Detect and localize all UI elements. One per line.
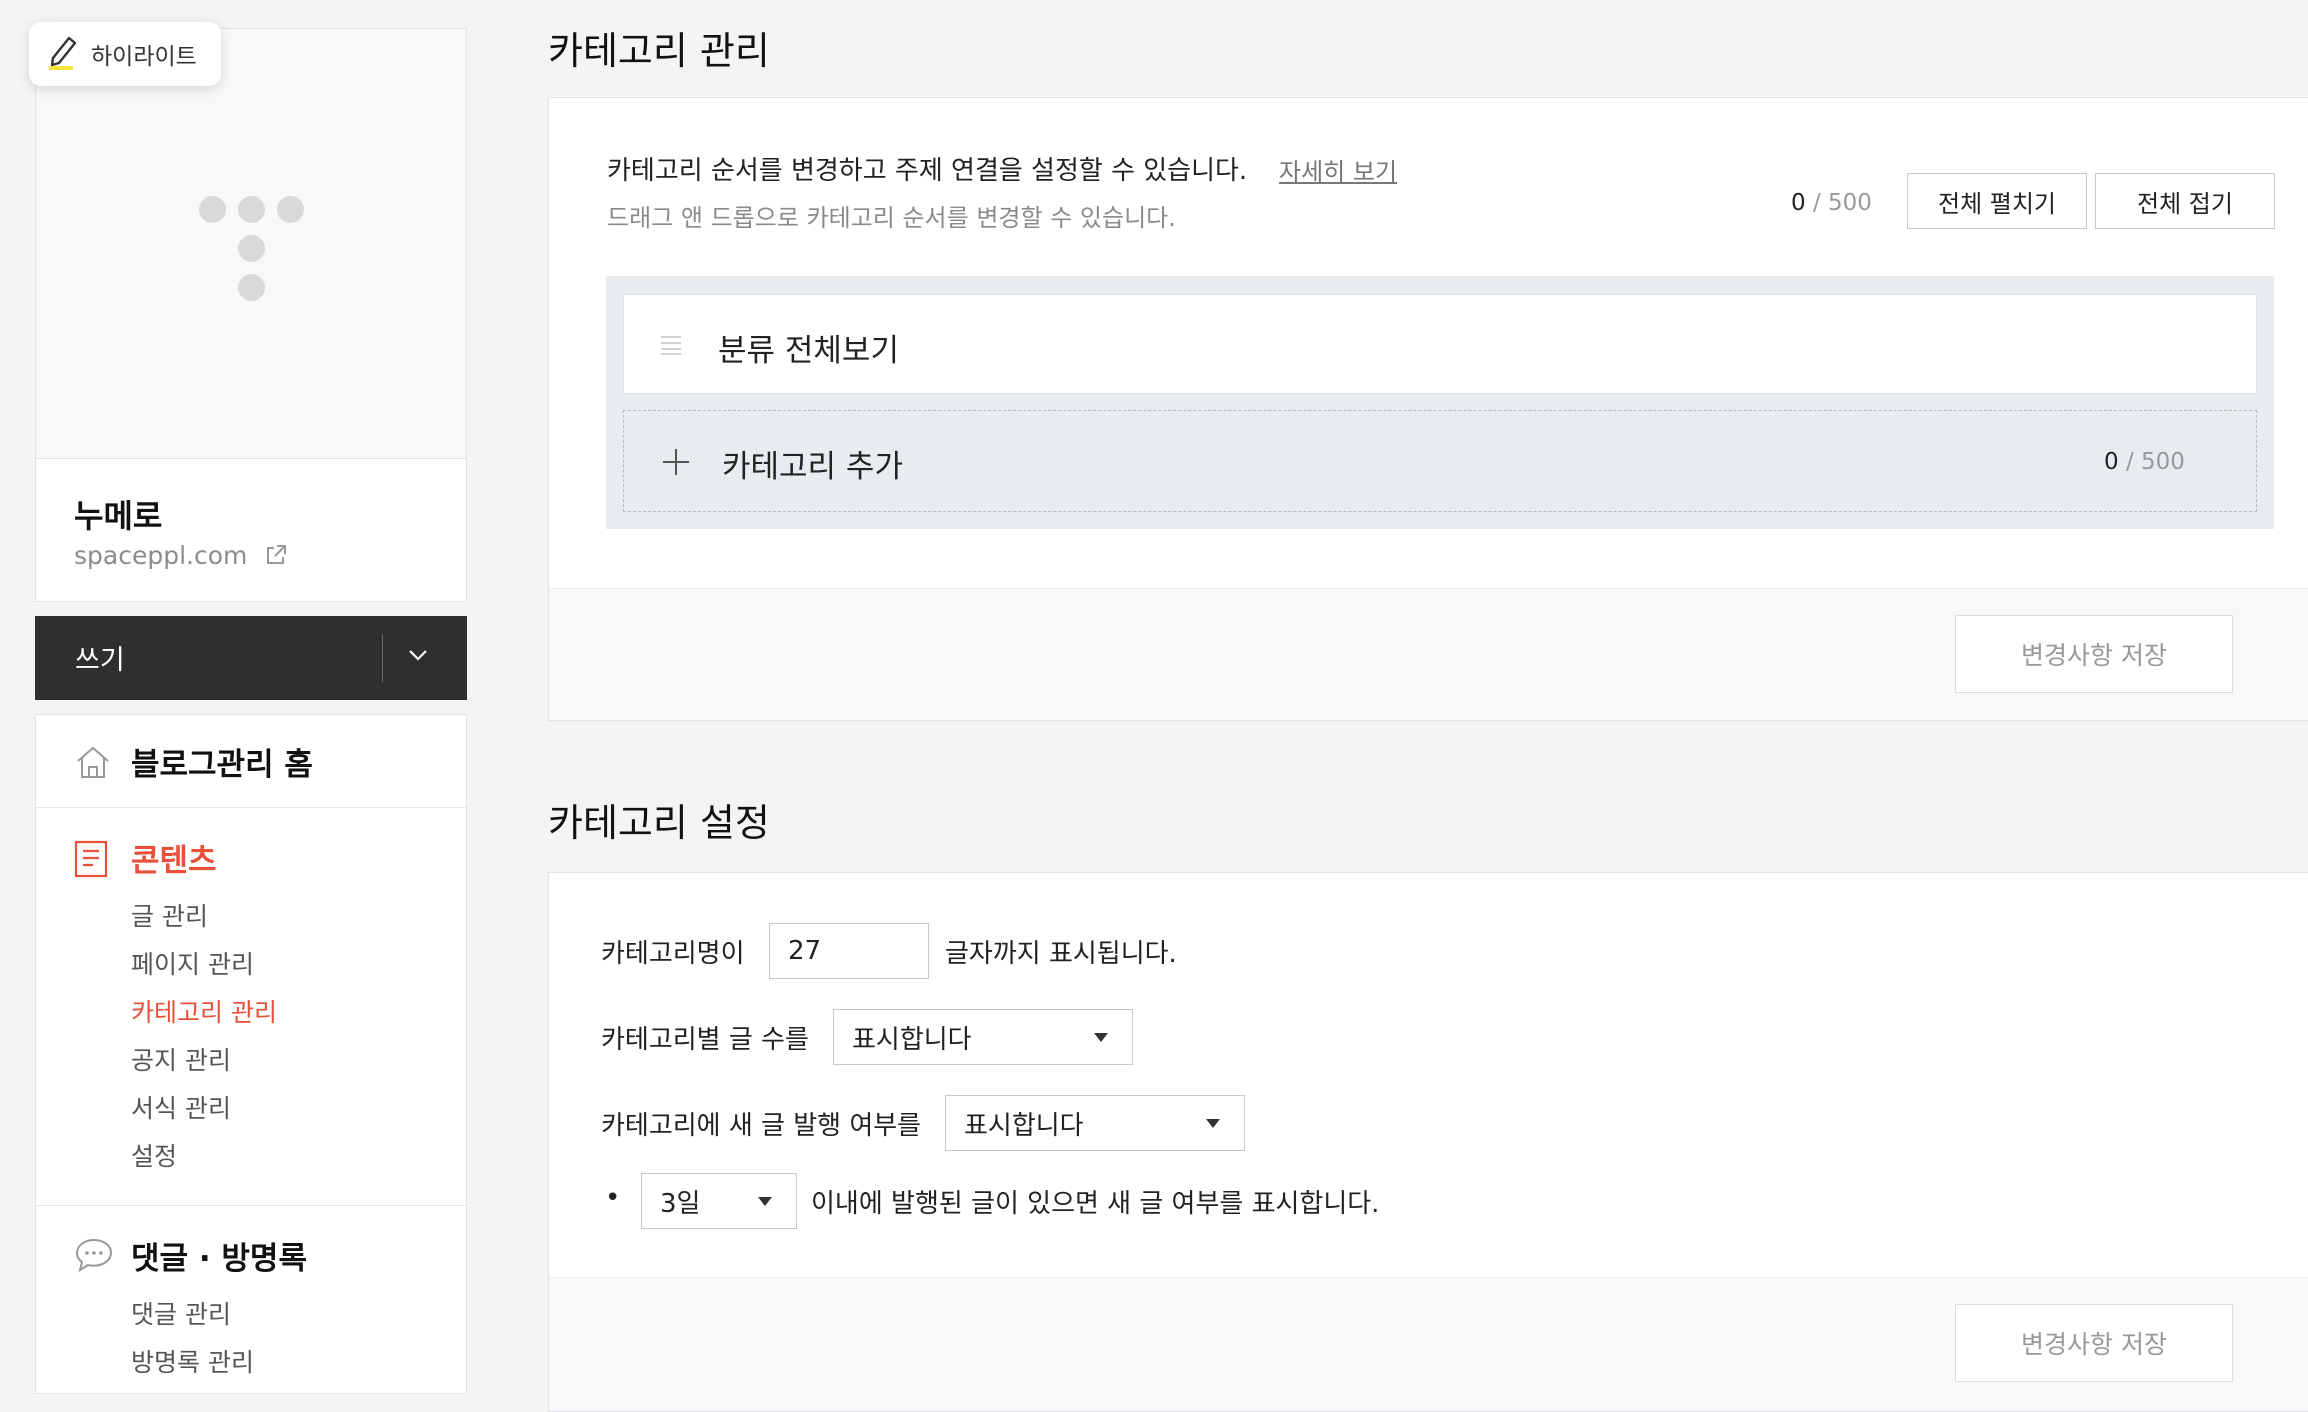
collapse-all-button[interactable]: 전체 접기: [2095, 173, 2275, 229]
home-icon: [74, 743, 112, 785]
placeholder-dot: [238, 274, 265, 301]
add-category-count-value: 0: [2104, 449, 2119, 475]
sidebar-item-settings[interactable]: 설정: [131, 1137, 177, 1173]
sidebar-item-home-label: 블로그관리 홈: [131, 747, 313, 783]
write-divider: [382, 634, 383, 682]
new-post-label: 카테고리에 새 글 발행 여부를: [601, 1111, 922, 1141]
detail-link[interactable]: 자세히 보기: [1279, 152, 1397, 187]
sidebar-item-notices[interactable]: 공지 관리: [131, 1041, 231, 1077]
category-count-value: 0: [1791, 190, 1806, 216]
dropdown-arrow-icon: [1206, 1119, 1220, 1128]
placeholder-dot: [277, 196, 304, 223]
post-count-label: 카테고리별 글 수를: [601, 1025, 809, 1055]
chevron-down-icon[interactable]: [407, 644, 429, 670]
page-title: 카테고리 관리: [548, 29, 770, 73]
dropdown-arrow-icon: [758, 1197, 772, 1206]
sidebar-section-content[interactable]: 콘텐츠: [131, 835, 217, 880]
new-post-select-value: 표시합니다: [964, 1110, 1084, 1141]
sidebar-item-home[interactable]: 블로그관리 홈: [36, 715, 466, 808]
category-count: 0 / 500: [1791, 190, 1872, 216]
add-category-count: 0 / 500: [2104, 449, 2185, 475]
category-row-view-all[interactable]: 분류 전체보기: [623, 294, 2257, 394]
placeholder-dot: [199, 196, 226, 223]
bullet: •: [605, 1183, 621, 1213]
new-post-days-select[interactable]: 3일: [641, 1173, 797, 1229]
category-tree: 분류 전체보기 카테고리 추가 0 / 500: [606, 276, 2274, 529]
add-category-count-max: / 500: [2125, 449, 2185, 475]
new-post-days-suffix: 이내에 발행된 글이 있으면 새 글 여부를 표시합니다.: [811, 1189, 1380, 1219]
write-button-label: 쓰기: [75, 645, 125, 676]
settings-section-title: 카테고리 설정: [548, 801, 770, 845]
sidebar-item-templates[interactable]: 서식 관리: [131, 1089, 231, 1125]
sidebar-menu: 블로그관리 홈 콘텐츠 글 관리 페이지 관리 카테고리 관리 공지 관리 서식…: [35, 714, 467, 1394]
sidebar-item-comments[interactable]: 댓글 관리: [131, 1295, 231, 1331]
new-post-days-value: 3일: [660, 1188, 701, 1219]
sidebar-item-guestbook[interactable]: 방명록 관리: [131, 1343, 254, 1379]
add-category-label: 카테고리 추가: [722, 449, 903, 485]
speech-bubble-icon: [74, 1237, 114, 1277]
sidebar-item-pages[interactable]: 페이지 관리: [131, 945, 254, 981]
dropdown-arrow-icon: [1094, 1033, 1108, 1042]
new-post-select[interactable]: 표시합니다: [945, 1095, 1245, 1151]
write-button[interactable]: 쓰기: [35, 616, 467, 700]
document-icon: [74, 840, 108, 882]
category-count-max: / 500: [1812, 190, 1872, 216]
blog-profile-image[interactable]: [36, 29, 466, 459]
save-settings-button[interactable]: 변경사항 저장: [1955, 1304, 2233, 1382]
placeholder-dot: [238, 196, 265, 223]
post-count-select[interactable]: 표시합니다: [833, 1009, 1133, 1065]
external-link-icon: [265, 543, 287, 572]
section-divider: [36, 1205, 466, 1206]
category-row-label: 분류 전체보기: [718, 333, 899, 369]
category-settings-panel: 카테고리명이 27 글자까지 표시됩니다. 카테고리별 글 수를 표시합니다 카…: [548, 872, 2308, 1412]
drag-handle-icon[interactable]: [660, 335, 682, 359]
blog-url-link[interactable]: spaceppl.com: [74, 541, 287, 572]
name-length-prefix: 카테고리명이: [601, 939, 745, 969]
blog-name: 누메로: [74, 497, 163, 535]
post-count-select-value: 표시합니다: [852, 1024, 972, 1055]
plus-icon: [662, 448, 690, 480]
expand-all-button[interactable]: 전체 펼치기: [1907, 173, 2087, 229]
highlight-badge-label: 하이라이트: [91, 44, 197, 70]
blog-url-text: spaceppl.com: [74, 541, 248, 570]
category-manage-description: 카테고리 순서를 변경하고 주제 연결을 설정할 수 있습니다.: [607, 156, 1248, 186]
name-length-input[interactable]: 27: [769, 923, 929, 979]
highlight-badge[interactable]: 하이라이트: [29, 22, 221, 86]
save-changes-button[interactable]: 변경사항 저장: [1955, 615, 2233, 693]
blog-profile-card: 누메로 spaceppl.com: [35, 28, 467, 602]
category-manage-footer: 변경사항 저장: [549, 588, 2308, 720]
drag-drop-hint: 드래그 앤 드롭으로 카테고리 순서를 변경할 수 있습니다.: [607, 204, 1176, 232]
sidebar-section-comments[interactable]: 댓글 · 방명록: [131, 1233, 307, 1278]
placeholder-dot: [238, 235, 265, 262]
sidebar-item-posts[interactable]: 글 관리: [131, 897, 208, 933]
name-length-suffix: 글자까지 표시됩니다.: [945, 939, 1177, 969]
add-category-button[interactable]: 카테고리 추가 0 / 500: [623, 410, 2257, 512]
sidebar-item-categories[interactable]: 카테고리 관리: [131, 993, 277, 1029]
category-settings-footer: 변경사항 저장: [549, 1277, 2308, 1411]
pen-icon: [29, 32, 91, 76]
